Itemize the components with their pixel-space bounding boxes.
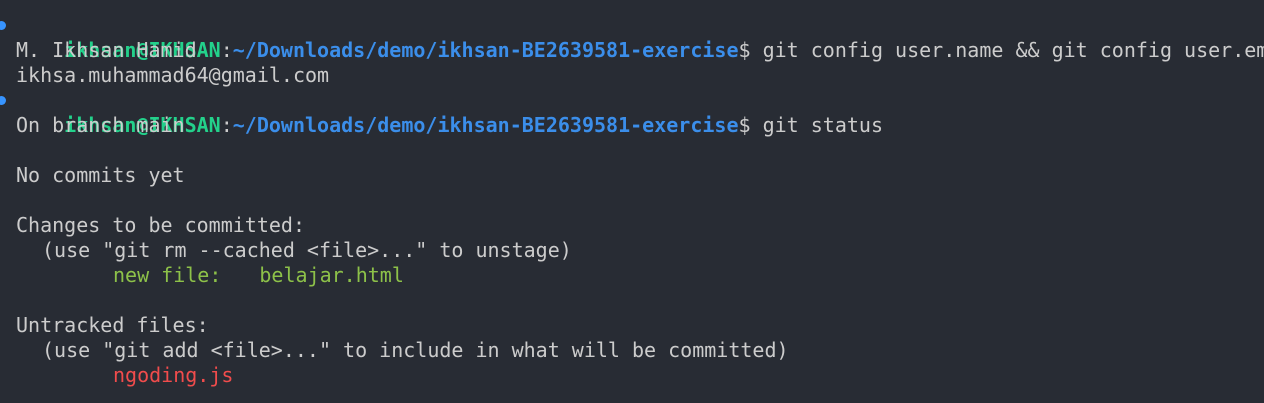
- staged-file-entry: new file: belajar.html: [0, 263, 1264, 288]
- staged-file-name: belajar.html: [259, 263, 404, 287]
- untracked-file-name: ngoding.js: [113, 363, 234, 387]
- command-decoration-icon[interactable]: [0, 21, 6, 30]
- command-line-2: ikhsan@IKHSAN:~/Downloads/demo/ikhsan-BE…: [0, 88, 1264, 137]
- terminal-output[interactable]: ikhsan@IKHSAN:~/Downloads/demo/ikhsan-BE…: [0, 13, 1264, 388]
- output-changes-hint: (use "git rm --cached <file>..." to unst…: [42, 238, 572, 262]
- staged-label: new file:: [113, 263, 222, 287]
- output-untracked-header: Untracked files:: [16, 313, 209, 337]
- output-no-commits: No commits yet: [16, 163, 185, 187]
- output-untracked-hint: (use "git add <file>..." to include in w…: [42, 338, 789, 362]
- output-user-name: M. Ikhsan Hamid: [16, 38, 197, 62]
- output-changes-header: Changes to be committed:: [16, 213, 305, 237]
- command-line-1: ikhsan@IKHSAN:~/Downloads/demo/ikhsan-BE…: [0, 13, 1264, 62]
- output-user-email: ikhsa.muhammad64@gmail.com: [16, 63, 330, 87]
- untracked-file-entry: ngoding.js: [0, 363, 1264, 388]
- command-decoration-icon[interactable]: [0, 96, 6, 105]
- output-branch: On branch main: [16, 113, 185, 137]
